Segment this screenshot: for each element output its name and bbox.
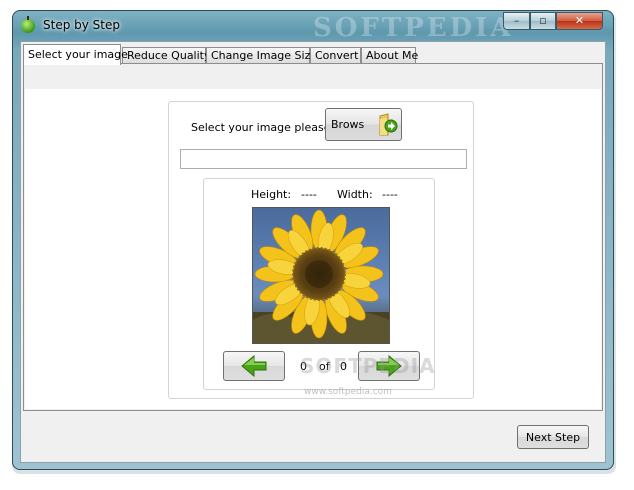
client-area: Select your image Reduce Quality Change … [20, 41, 606, 463]
tab-change-image-size[interactable]: Change Image Size [206, 47, 317, 64]
image-path-input[interactable] [180, 149, 467, 169]
height-value: ---- [301, 188, 317, 201]
folder-arrow-icon [379, 113, 398, 136]
tab-select-image[interactable]: Select your image [23, 44, 128, 65]
app-window: Step by Step SOFTPEDIA – ▫ ✕ Select your… [12, 10, 614, 470]
tab-panel: Select your image please: Brows Height: [23, 63, 603, 411]
maximize-button[interactable]: ▫ [530, 12, 556, 30]
softpedia-watermark: SOFTPEDIA [313, 13, 514, 43]
height-label: Height: [251, 188, 292, 201]
arrow-left-icon [241, 354, 267, 378]
tab-reduce-quality[interactable]: Reduce Quality [122, 47, 211, 64]
image-preview [252, 207, 390, 344]
next-step-button[interactable]: Next Step [517, 425, 589, 449]
softpedia-watermark-center: SOFTPEDIA [300, 354, 436, 378]
softpedia-url-watermark: www.softpedia.com [304, 387, 392, 397]
width-label: Width: [337, 188, 373, 201]
sunflower-image [253, 208, 389, 343]
browse-button[interactable]: Brows [325, 108, 402, 141]
image-select-group: Select your image please: Brows Height: [168, 101, 474, 399]
width-value: ---- [382, 188, 398, 201]
tab-convert[interactable]: Convert [310, 47, 361, 64]
preview-group: Height: ---- Width: ---- 0 of 0 SOFTPEDI… [203, 178, 436, 397]
title-bar[interactable]: Step by Step SOFTPEDIA – ▫ ✕ [13, 11, 613, 43]
tab-about-me[interactable]: About Me [361, 47, 418, 64]
apple-icon [21, 16, 35, 33]
close-button[interactable]: ✕ [556, 12, 603, 30]
panel-content: Select your image please: Brows Height: [25, 89, 601, 409]
select-image-label: Select your image please: [191, 121, 335, 134]
minimize-button[interactable]: – [503, 12, 530, 30]
browse-button-label: Brows [331, 118, 365, 131]
window-title: Step by Step [43, 18, 120, 32]
previous-button[interactable] [223, 351, 285, 381]
